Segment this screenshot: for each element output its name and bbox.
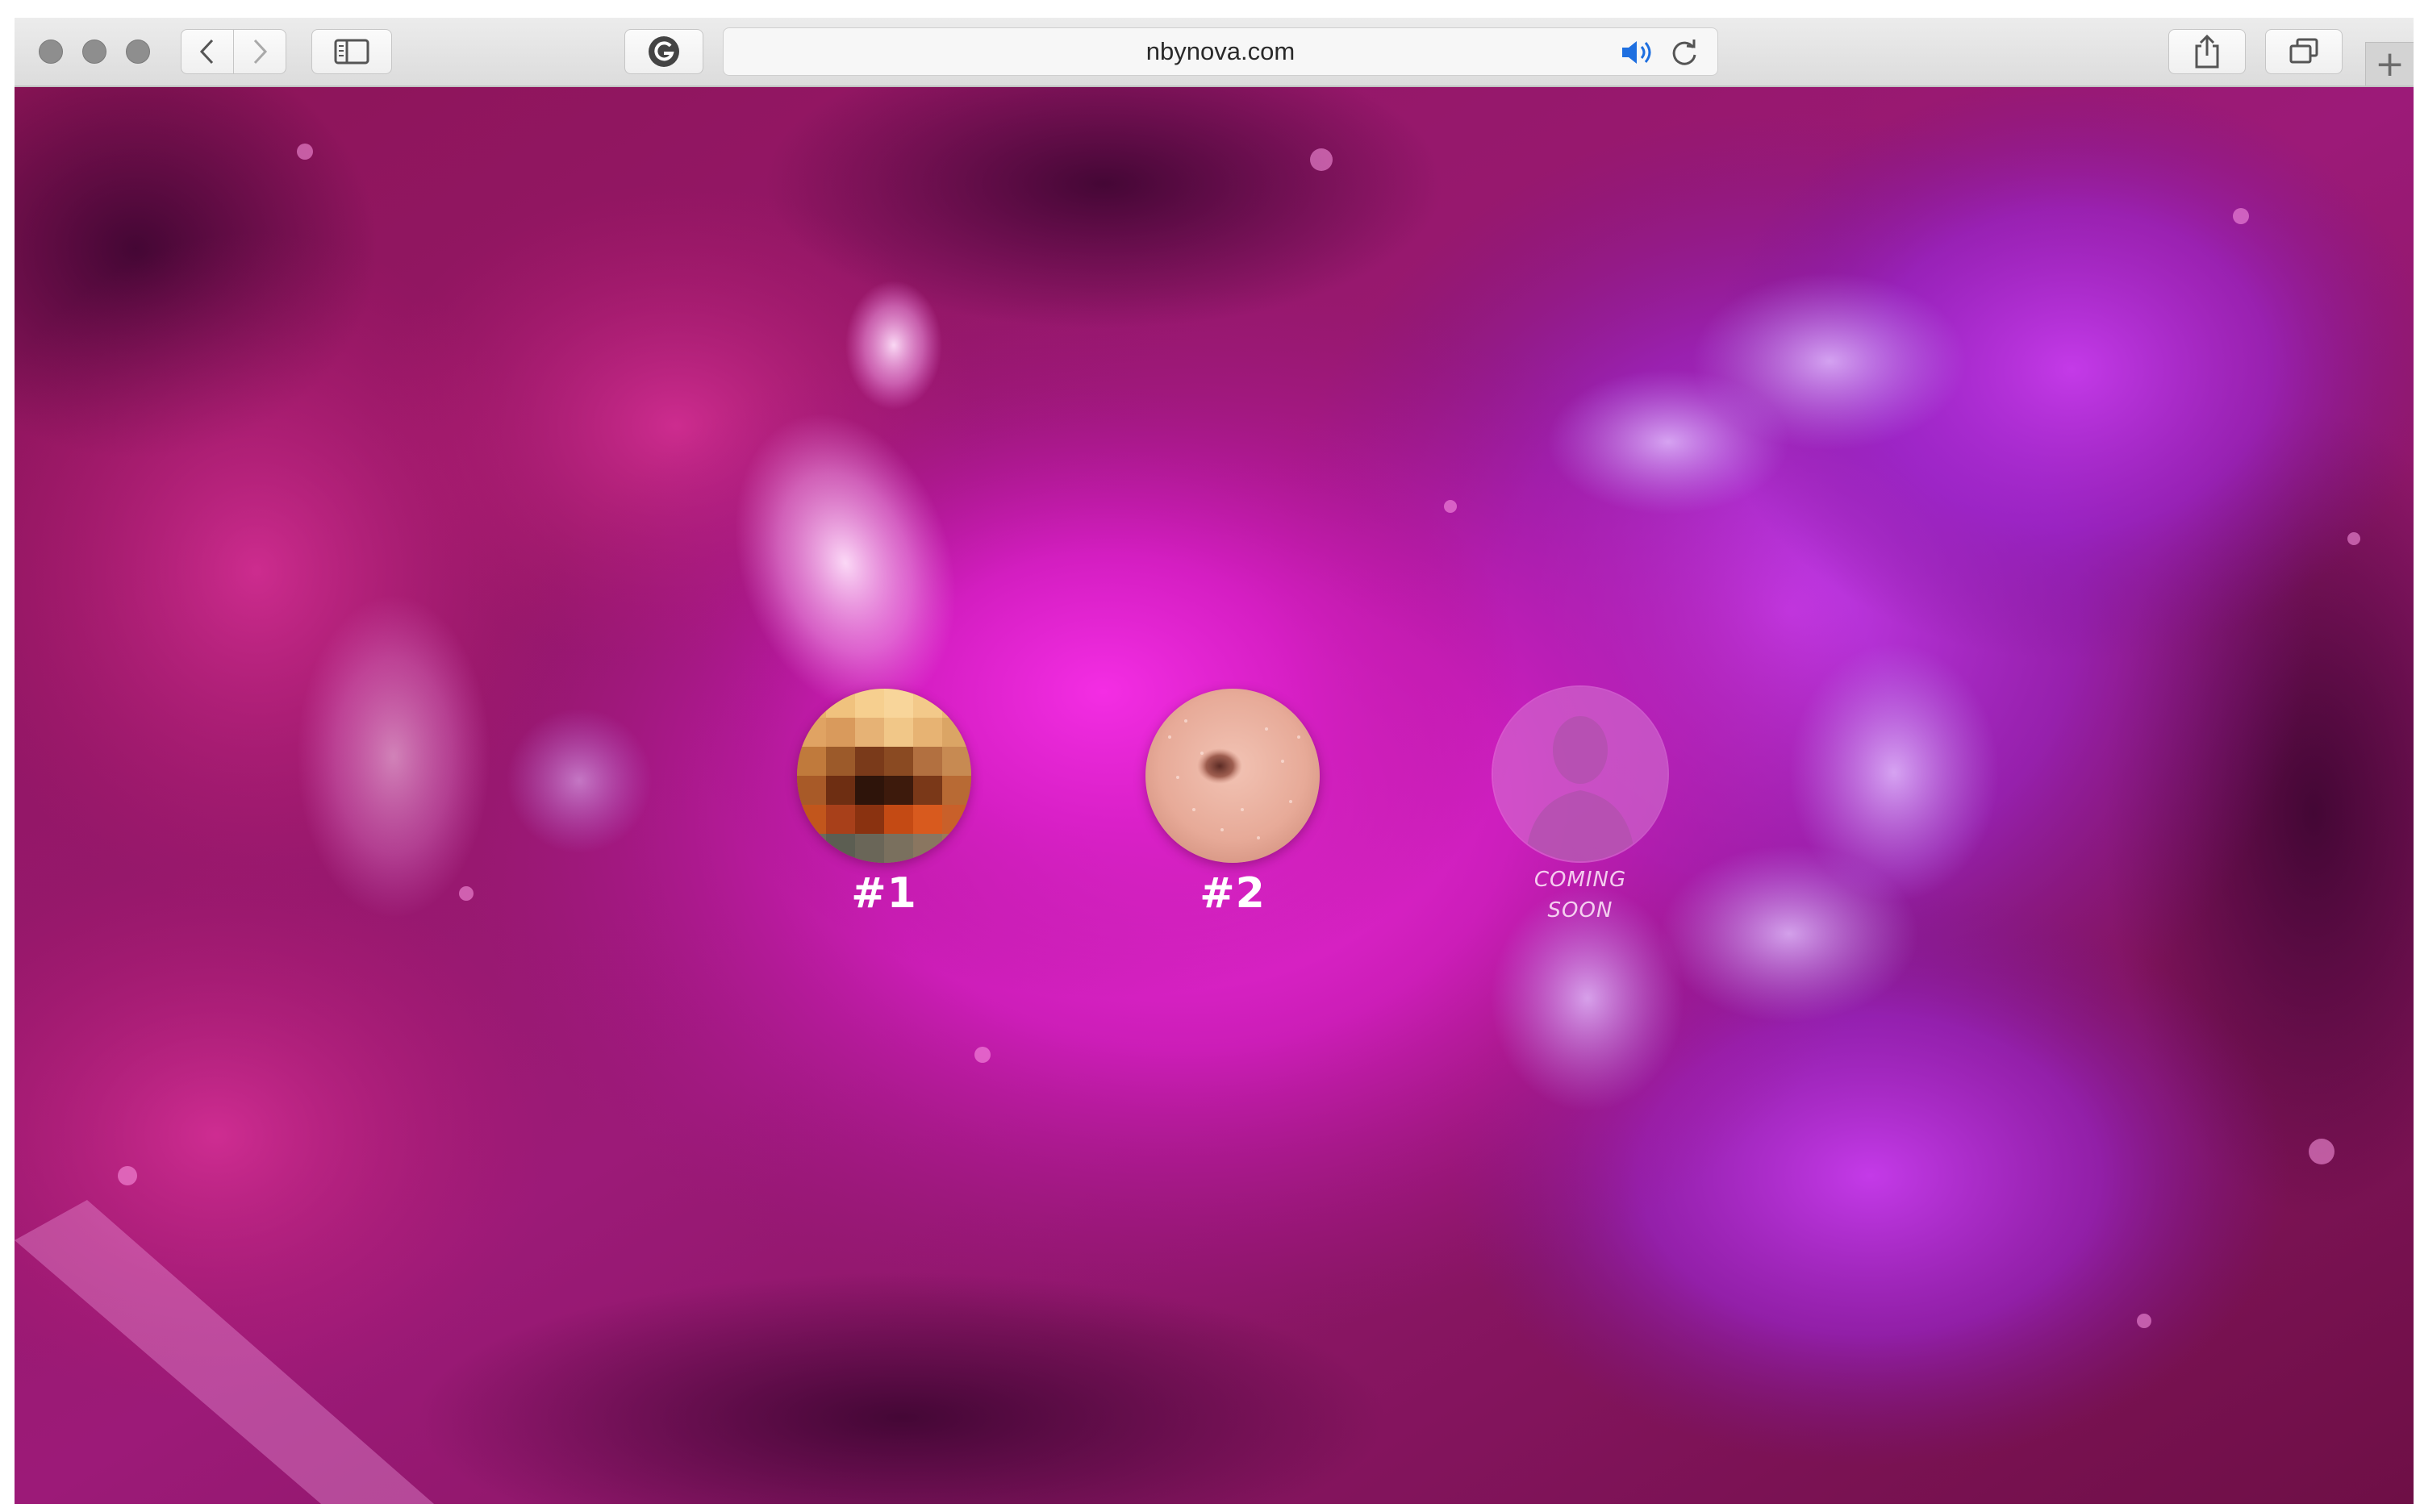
skin-closeup-photo-icon <box>1145 689 1320 863</box>
minimize-window-button[interactable] <box>82 40 106 64</box>
speaker-icon[interactable] <box>1619 38 1659 71</box>
pixelated-photo-icon <box>797 689 971 863</box>
sidebar-icon <box>334 39 369 65</box>
item-label[interactable]: #1 <box>787 869 981 918</box>
chevron-left-icon <box>198 38 216 65</box>
page-viewport: #1 #2 COMING SOON <box>15 87 2414 1504</box>
thumbnail-skin-closeup-photo[interactable] <box>1145 689 1320 863</box>
item-label[interactable]: #2 <box>1136 869 1329 918</box>
reload-icon[interactable] <box>1669 38 1700 73</box>
address-bar[interactable]: nbynova.com <box>723 27 1718 76</box>
g-extension-icon <box>647 35 681 69</box>
new-tab-button[interactable]: + <box>2365 42 2414 85</box>
forward-button[interactable] <box>233 29 286 74</box>
share-icon <box>2193 35 2221 69</box>
close-window-button[interactable] <box>39 40 63 64</box>
chevron-right-icon <box>251 38 269 65</box>
share-button[interactable] <box>2168 29 2246 74</box>
url-text: nbynova.com <box>1145 37 1296 65</box>
thumbnail-pixelated-photo[interactable] <box>797 689 971 863</box>
coming-soon-label-line2: SOON <box>1547 898 1613 923</box>
tabs-overview-button[interactable] <box>2265 29 2343 74</box>
browser-toolbar: nbynova.com + <box>15 18 2414 87</box>
browser-window: nbynova.com + #1 #2 COMING SOON <box>15 18 2414 1504</box>
coming-soon-label-line1: COMING <box>1533 868 1627 892</box>
back-button[interactable] <box>181 29 234 74</box>
sidebar-toggle-button[interactable] <box>311 29 392 74</box>
zoom-window-button[interactable] <box>126 40 150 64</box>
tabs-overview-icon <box>2288 37 2320 66</box>
person-silhouette-icon <box>1493 687 1667 861</box>
extension-button[interactable] <box>624 29 703 74</box>
